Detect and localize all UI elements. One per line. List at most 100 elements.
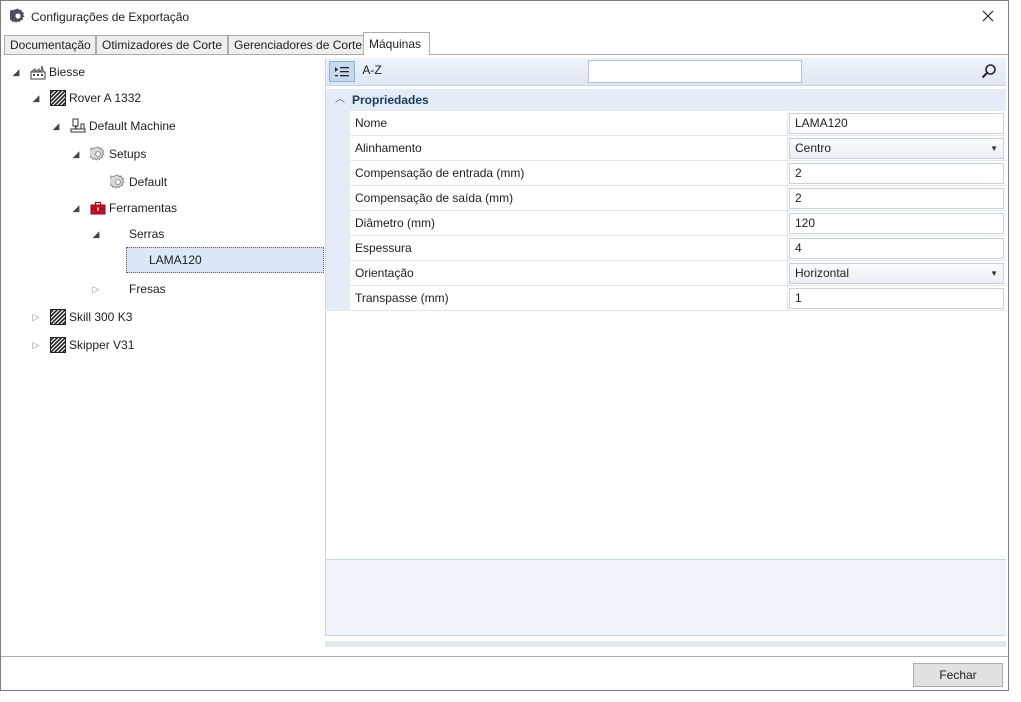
tree-item-label: Fresas: [129, 282, 166, 296]
search-icon[interactable]: [981, 63, 997, 79]
machine-tree: ◢ Biesse ◢ Rover A 1332 ◢ Default Machin…: [5, 58, 325, 656]
tree-item-serras[interactable]: ◢ Serras: [5, 221, 305, 247]
column-divider: [787, 211, 788, 235]
property-row-transpasse[interactable]: Transpasse (mm) 1: [350, 286, 1006, 311]
combo-value: Horizontal: [795, 266, 850, 280]
machine-hatch-icon: [50, 337, 66, 353]
expanded-triangle-icon[interactable]: ◢: [11, 59, 21, 85]
expanded-triangle-icon[interactable]: ◢: [91, 221, 101, 247]
chevron-up-icon[interactable]: ︿: [335, 89, 345, 111]
property-search-input[interactable]: [588, 60, 802, 83]
cnc-machine-icon: [70, 118, 86, 133]
title-bar: Configurações de Exportação: [1, 1, 1008, 32]
category-gutter: [325, 111, 350, 311]
fechar-button[interactable]: Fechar: [913, 663, 1003, 687]
dropdown-arrow-icon[interactable]: ▼: [990, 139, 998, 158]
tree-item-label: Default: [129, 175, 168, 189]
tab-gerenciadores-de-corte[interactable]: Gerenciadores de Corte: [228, 35, 364, 54]
property-name: Diâmetro (mm): [355, 216, 435, 230]
tree-item-rover-a-1332[interactable]: ◢ Rover A 1332: [5, 85, 305, 111]
column-divider: [787, 236, 788, 260]
tree-item-skill-300-k3[interactable]: ▷ Skill 300 K3: [5, 304, 305, 330]
tree-item-label: Rover A 1332: [69, 91, 142, 105]
column-divider: [787, 261, 788, 285]
gear-icon: [10, 8, 25, 23]
tree-item-ferramentas[interactable]: ◢ Ferramentas: [5, 195, 305, 221]
tab-divider: [3, 54, 1008, 55]
tree-item-label: Ferramentas: [109, 201, 178, 215]
property-row-diametro[interactable]: Diâmetro (mm) 120: [350, 211, 1006, 236]
property-value-combo[interactable]: Centro ▼: [789, 138, 1004, 159]
expanded-triangle-icon[interactable]: ◢: [31, 85, 41, 111]
footer-divider: [1, 656, 1008, 657]
machine-hatch-icon: [50, 309, 66, 325]
tree-item-skipper-v31[interactable]: ▷ Skipper V31: [5, 332, 305, 358]
property-grid-toolbar: A-Z: [325, 58, 1006, 86]
window-close-button[interactable]: [968, 1, 1008, 32]
expanded-triangle-icon[interactable]: ◢: [51, 113, 61, 139]
collapsed-triangle-icon[interactable]: ▷: [31, 332, 41, 358]
tab-otimizadores-de-corte[interactable]: Otimizadores de Corte: [96, 35, 228, 54]
cog-icon: [110, 174, 125, 189]
alphabetical-view-button[interactable]: A-Z: [358, 61, 386, 82]
tree-item-label: Serras: [129, 227, 165, 241]
column-divider: [787, 186, 788, 210]
property-name: Transpasse (mm): [355, 291, 449, 305]
property-row-espessura[interactable]: Espessura 4: [350, 236, 1006, 261]
machine-hatch-icon: [50, 90, 66, 106]
column-divider: [787, 286, 788, 310]
window-title: Configurações de Exportação: [31, 10, 190, 24]
column-divider: [787, 161, 788, 185]
combo-value: Centro: [795, 141, 832, 155]
horizontal-scrollbar[interactable]: [325, 641, 1006, 647]
property-row-orientacao[interactable]: Orientação Horizontal ▼: [350, 261, 1006, 286]
export-settings-window: Configurações de Exportação Documentação…: [0, 0, 1009, 691]
toolbox-icon: [90, 201, 106, 215]
tree-item-fresas[interactable]: ▷ Fresas: [5, 276, 305, 302]
collapsed-triangle-icon[interactable]: ▷: [91, 276, 101, 302]
property-value-input[interactable]: 120: [789, 213, 1004, 234]
tree-item-label: Setups: [109, 147, 147, 161]
expanded-triangle-icon[interactable]: ◢: [71, 195, 81, 221]
property-value-input[interactable]: 2: [789, 188, 1004, 209]
tree-item-label: Default Machine: [89, 119, 176, 133]
collapsed-triangle-icon[interactable]: ▷: [31, 304, 41, 330]
categorized-view-button[interactable]: [329, 61, 355, 82]
property-value-input[interactable]: 4: [789, 238, 1004, 259]
property-list: ︿ Propriedades Nome LAMA120 Alinhamento …: [325, 86, 1006, 556]
dropdown-arrow-icon[interactable]: ▼: [990, 264, 998, 283]
property-value-input[interactable]: LAMA120: [789, 113, 1004, 134]
factory-icon: [30, 66, 46, 80]
property-row-compensacao-saida[interactable]: Compensação de saída (mm) 2: [350, 186, 1006, 211]
property-name: Alinhamento: [355, 141, 422, 155]
property-name: Espessura: [355, 241, 412, 255]
property-description-panel: [325, 559, 1006, 636]
property-name: Orientação: [355, 266, 414, 280]
tree-item-setups[interactable]: ◢ Setups: [5, 141, 305, 167]
tab-maquinas[interactable]: Máquinas: [363, 32, 430, 55]
tree-item-biesse[interactable]: ◢ Biesse: [5, 59, 305, 85]
column-divider: [787, 136, 788, 160]
column-divider: [787, 111, 788, 135]
expanded-triangle-icon[interactable]: ◢: [71, 141, 81, 167]
cog-icon: [90, 146, 105, 161]
property-value-combo[interactable]: Horizontal ▼: [789, 263, 1004, 284]
property-name: Compensação de saída (mm): [355, 191, 514, 205]
category-label: Propriedades: [352, 93, 429, 107]
property-row-nome[interactable]: Nome LAMA120: [350, 111, 1006, 136]
property-value-input[interactable]: 1: [789, 288, 1004, 309]
category-header-propriedades[interactable]: ︿ Propriedades: [325, 89, 1006, 111]
tree-item-default-machine[interactable]: ◢ Default Machine: [5, 113, 305, 139]
tree-item-default[interactable]: Default: [5, 169, 305, 195]
close-icon: [982, 10, 994, 22]
tree-item-label: Biesse: [49, 65, 86, 79]
property-row-compensacao-entrada[interactable]: Compensação de entrada (mm) 2: [350, 161, 1006, 186]
property-value-input[interactable]: 2: [789, 163, 1004, 184]
property-row-alinhamento[interactable]: Alinhamento Centro ▼: [350, 136, 1006, 161]
property-name: Nome: [355, 116, 388, 130]
tree-item-lama120[interactable]: LAMA120: [126, 247, 324, 273]
categorized-list-icon: [335, 67, 349, 77]
tree-item-label: LAMA120: [149, 253, 202, 267]
property-grid: A-Z ︿ Propriedades Nome LAMA120 Alinhame…: [325, 58, 1006, 648]
tab-documentacao[interactable]: Documentação: [4, 35, 96, 54]
